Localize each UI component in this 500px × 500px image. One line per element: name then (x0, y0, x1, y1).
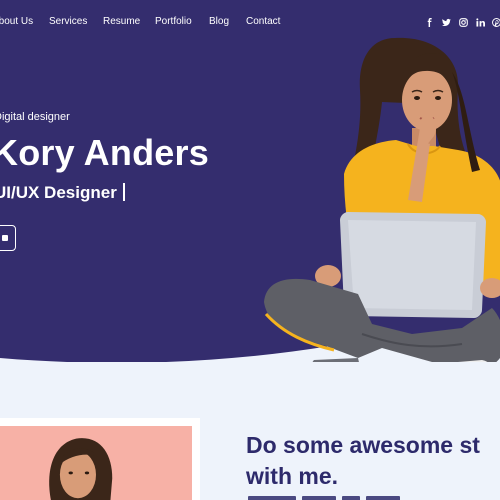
about-photo (0, 418, 200, 500)
hero-subtitle: Digital designer (0, 111, 70, 123)
about-subtext-fragment (366, 496, 400, 500)
about-subtext-fragment (342, 496, 360, 500)
hero-name-text: Kory Anders (0, 132, 209, 173)
hero-typed-text: UI/UX Designer (0, 183, 117, 202)
nav-resume[interactable]: Resume (103, 16, 140, 27)
instagram-icon[interactable] (457, 16, 469, 28)
facebook-icon[interactable] (423, 16, 435, 28)
top-navbar: About Us Services Resume Portfolio Blog … (0, 14, 500, 32)
nav-contact[interactable]: Contact (246, 16, 280, 27)
linkedin-icon[interactable] (474, 16, 486, 28)
about-person-image (49, 438, 113, 500)
about-heading: Do some awesome st with me. (246, 430, 500, 492)
hero-section: About Us Services Resume Portfolio Blog … (0, 0, 500, 362)
nav-blog[interactable]: Blog (209, 16, 229, 27)
nav-about-us[interactable]: About Us (0, 16, 33, 27)
nav-services[interactable]: Services (49, 16, 87, 27)
about-subtext-cropped (246, 494, 500, 500)
hero-name-heading: Kory Anders (0, 132, 209, 174)
about-subtext-fragment (248, 496, 296, 500)
about-heading-line2: with me. (246, 463, 339, 489)
about-subtext-fragment (302, 496, 336, 500)
play-icon (2, 235, 8, 241)
hero-cta-button[interactable] (0, 225, 16, 251)
hero-typed-role: UI/UX Designer (0, 183, 125, 203)
twitter-icon[interactable] (440, 16, 452, 28)
pinterest-icon[interactable] (490, 16, 500, 28)
hero-person-image (264, 37, 500, 362)
about-heading-line1: Do some awesome st (246, 432, 480, 458)
typing-caret (122, 183, 125, 201)
nav-portfolio[interactable]: Portfolio (155, 16, 192, 27)
